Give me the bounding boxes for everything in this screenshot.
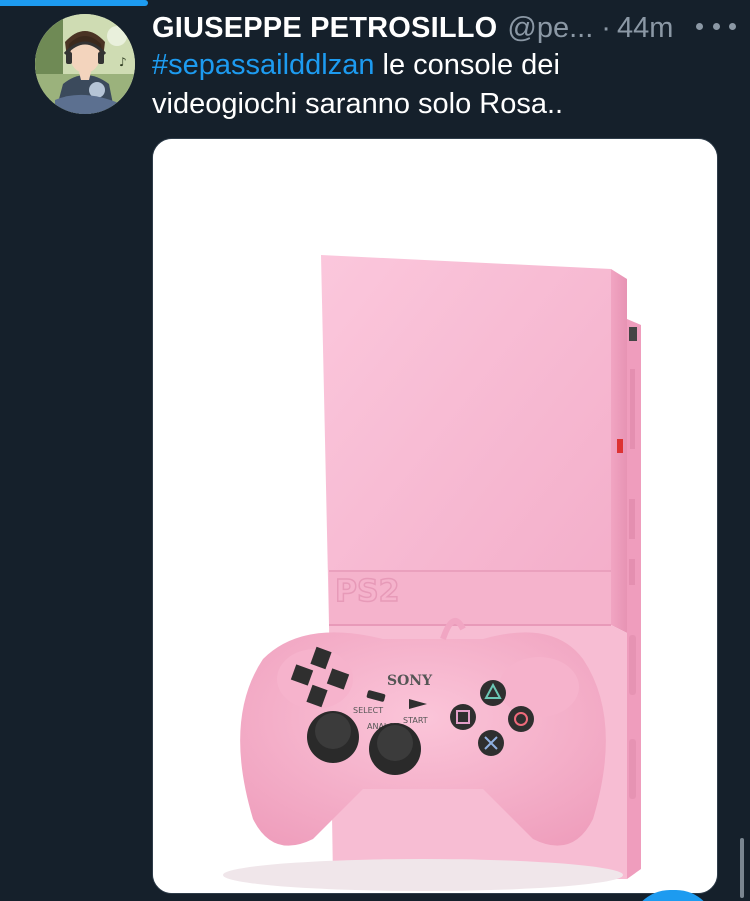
more-dot — [696, 22, 703, 30]
more-dot — [712, 22, 720, 30]
header-separator: · — [601, 11, 611, 44]
hashtag-link[interactable]: #sepassailddlzan — [152, 49, 374, 81]
tab-indicator — [0, 0, 148, 6]
svg-text:♪: ♪ — [119, 55, 127, 69]
scrollbar[interactable] — [740, 838, 744, 898]
author-handle[interactable]: @pe... — [507, 12, 593, 45]
tweet-body: #sepassailddlzan le console dei videogio… — [152, 46, 712, 124]
author-avatar[interactable]: ♪ — [35, 14, 135, 114]
tweet-timestamp[interactable]: 44m — [617, 12, 673, 45]
twitter-timeline-screen: ♪ GIUSEPPE PETROSILLO @pe... · 44m #sepa… — [0, 0, 750, 901]
select-label: SELECT — [353, 706, 383, 715]
anime-avatar-icon: ♪ — [35, 14, 135, 114]
pink-playstation-2-console-image: PS2 SELECT START SONY — [153, 139, 717, 893]
start-label: START — [403, 716, 428, 725]
more-dots-icon[interactable] — [696, 14, 736, 38]
controller-brand: SONY — [387, 673, 433, 689]
author-display-name[interactable]: GIUSEPPE PETROSILLO — [152, 12, 497, 45]
more-dot — [729, 22, 736, 30]
console-logo: PS2 — [335, 574, 399, 609]
tweet-header: GIUSEPPE PETROSILLO @pe... · 44m — [152, 8, 742, 48]
tweet-media-image[interactable]: PS2 SELECT START SONY — [152, 138, 718, 894]
